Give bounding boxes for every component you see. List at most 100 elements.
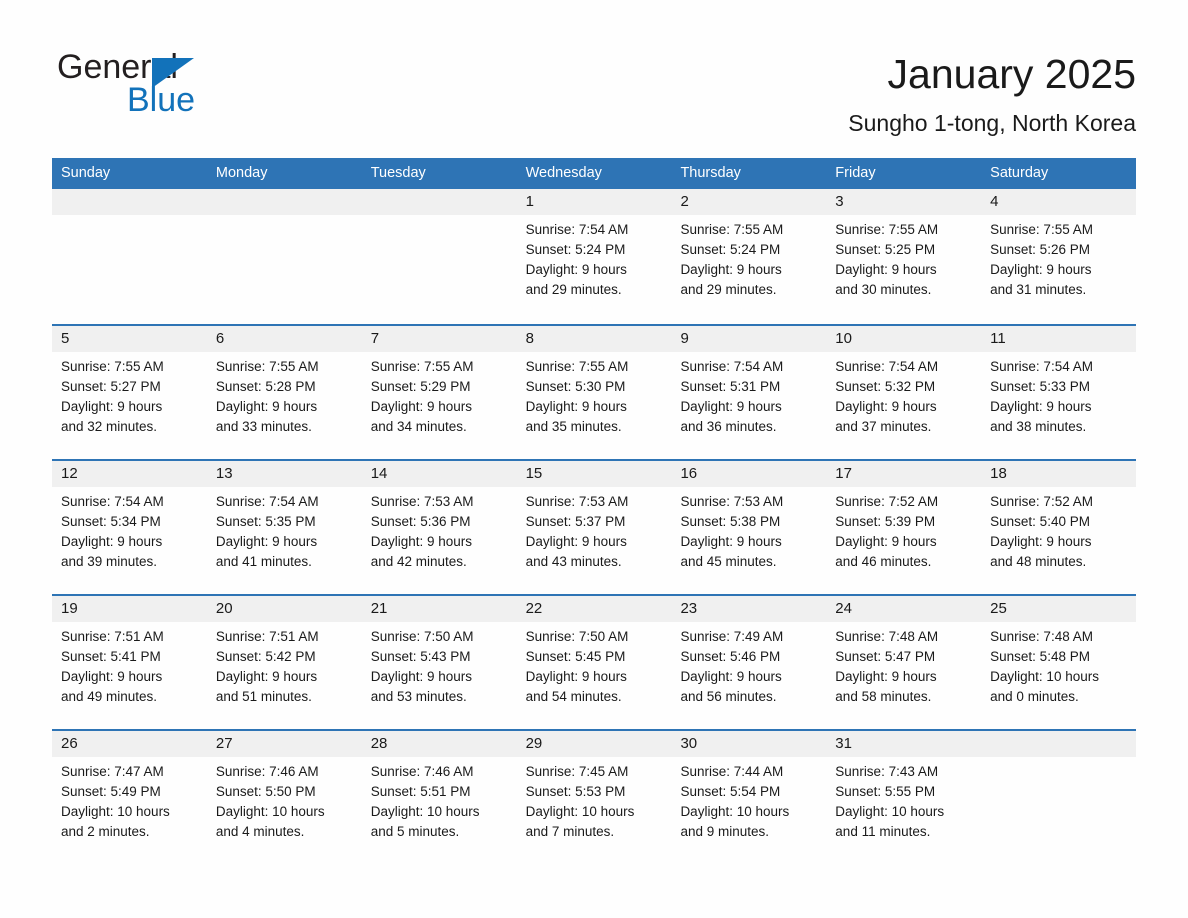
day-cell[interactable]: 6 Sunrise: 7:55 AM Sunset: 5:28 PM Dayli… [206,326,362,459]
day-cell[interactable]: 28 Sunrise: 7:46 AM Sunset: 5:51 PM Dayl… [361,731,517,864]
day-cell[interactable] [52,189,207,324]
daylight-text-line1: Daylight: 9 hours [835,534,937,549]
day-cell[interactable]: 16 Sunrise: 7:53 AM Sunset: 5:38 PM Dayl… [671,461,827,594]
daylight-text-line1: Daylight: 9 hours [990,262,1092,277]
sunrise-text: Sunrise: 7:53 AM [525,494,629,509]
day-number: 31 [835,735,852,752]
sunrise-text: Sunrise: 7:54 AM [990,359,1093,374]
daylight-text-line2: and 41 minutes. [215,554,312,569]
day-info [52,215,207,220]
day-number-band: 30 [671,731,827,757]
weekday-thursday: Thursday [680,165,741,181]
day-cell[interactable]: 4 Sunrise: 7:55 AM Sunset: 5:26 PM Dayli… [981,189,1137,324]
day-cell[interactable]: 15 Sunrise: 7:53 AM Sunset: 5:37 PM Dayl… [516,461,672,594]
daylight-text-line1: Daylight: 9 hours [61,669,163,684]
day-cell[interactable]: 21 Sunrise: 7:50 AM Sunset: 5:43 PM Dayl… [361,596,517,729]
day-cell[interactable]: 7 Sunrise: 7:55 AM Sunset: 5:29 PM Dayli… [361,326,517,459]
day-cell[interactable]: 30 Sunrise: 7:44 AM Sunset: 5:54 PM Dayl… [671,731,827,864]
daylight-text-line2: and 35 minutes. [525,419,622,434]
day-cell[interactable]: 17 Sunrise: 7:52 AM Sunset: 5:39 PM Dayl… [826,461,982,594]
sunset-text: Sunset: 5:33 PM [990,379,1090,394]
day-number: 23 [680,600,698,617]
day-cell[interactable]: 14 Sunrise: 7:53 AM Sunset: 5:36 PM Dayl… [361,461,517,594]
day-info: Sunrise: 7:51 AM Sunset: 5:41 PM Dayligh… [52,622,207,707]
day-cell[interactable] [206,189,362,324]
daylight-text-line1: Daylight: 9 hours [835,262,937,277]
daylight-text-line1: Daylight: 9 hours [61,399,163,414]
day-number: 22 [525,600,543,617]
weekday-friday: Friday [835,165,876,181]
day-number-band: 10 [826,326,982,352]
sunrise-text: Sunrise: 7:48 AM [990,629,1093,644]
day-cell[interactable] [361,189,517,324]
day-number: 29 [525,735,543,752]
day-cell[interactable]: 9 Sunrise: 7:54 AM Sunset: 5:31 PM Dayli… [671,326,827,459]
daylight-text-line1: Daylight: 10 hours [61,804,170,819]
day-cell[interactable]: 22 Sunrise: 7:50 AM Sunset: 5:45 PM Dayl… [516,596,672,729]
daylight-text-line1: Daylight: 10 hours [525,804,635,819]
day-info: Sunrise: 7:48 AM Sunset: 5:47 PM Dayligh… [826,622,981,707]
day-number-band: 24 [826,596,982,622]
day-cell[interactable]: 8 Sunrise: 7:55 AM Sunset: 5:30 PM Dayli… [516,326,672,459]
day-cell[interactable]: 10 Sunrise: 7:54 AM Sunset: 5:32 PM Dayl… [826,326,982,459]
day-cell[interactable]: 26 Sunrise: 7:47 AM Sunset: 5:49 PM Dayl… [52,731,207,864]
sunset-text: Sunset: 5:39 PM [835,514,936,529]
week-row: 19 Sunrise: 7:51 AM Sunset: 5:41 PM Dayl… [52,594,1137,729]
daylight-text-line2: and 38 minutes. [990,419,1087,434]
day-number: 14 [370,465,388,482]
day-cell[interactable]: 19 Sunrise: 7:51 AM Sunset: 5:41 PM Dayl… [52,596,207,729]
day-info: Sunrise: 7:49 AM Sunset: 5:46 PM Dayligh… [671,622,826,707]
daylight-text-line1: Daylight: 9 hours [525,262,627,277]
day-cell[interactable]: 25 Sunrise: 7:48 AM Sunset: 5:48 PM Dayl… [981,596,1137,729]
day-number: 24 [835,600,852,617]
sunset-text: Sunset: 5:25 PM [835,242,936,257]
week-row: 26 Sunrise: 7:47 AM Sunset: 5:49 PM Dayl… [52,729,1137,864]
day-number: 17 [835,465,852,482]
day-cell[interactable]: 31 Sunrise: 7:43 AM Sunset: 5:55 PM Dayl… [826,731,982,864]
sunrise-text: Sunrise: 7:51 AM [215,629,319,644]
day-cell[interactable]: 27 Sunrise: 7:46 AM Sunset: 5:50 PM Dayl… [206,731,362,864]
day-number: 6 [215,330,225,347]
day-number-band: 2 [671,189,827,215]
day-cell[interactable] [981,731,1137,864]
day-number: 13 [215,465,233,482]
day-info: Sunrise: 7:52 AM Sunset: 5:39 PM Dayligh… [826,487,981,572]
daylight-text-line1: Daylight: 9 hours [835,669,937,684]
daylight-text-line2: and 58 minutes. [835,689,932,704]
day-cell[interactable]: 18 Sunrise: 7:52 AM Sunset: 5:40 PM Dayl… [981,461,1137,594]
day-cell[interactable]: 23 Sunrise: 7:49 AM Sunset: 5:46 PM Dayl… [671,596,827,729]
daylight-text-line2: and 43 minutes. [525,554,622,569]
day-cell[interactable]: 1 Sunrise: 7:54 AM Sunset: 5:24 PM Dayli… [516,189,672,324]
day-info: Sunrise: 7:48 AM Sunset: 5:48 PM Dayligh… [981,622,1136,707]
generalblue-logo[interactable]: General Blue [57,48,297,128]
day-cell[interactable]: 12 Sunrise: 7:54 AM Sunset: 5:34 PM Dayl… [52,461,207,594]
day-cell[interactable]: 5 Sunrise: 7:55 AM Sunset: 5:27 PM Dayli… [52,326,207,459]
sunrise-text: Sunrise: 7:46 AM [215,764,319,779]
daylight-text-line1: Daylight: 10 hours [215,804,325,819]
sunrise-text: Sunrise: 7:54 AM [61,494,164,509]
sunrise-text: Sunrise: 7:55 AM [990,222,1093,237]
day-info: Sunrise: 7:44 AM Sunset: 5:54 PM Dayligh… [671,757,826,842]
page-subtitle: Sungho 1-tong, North Korea [848,110,1136,136]
day-cell[interactable]: 3 Sunrise: 7:55 AM Sunset: 5:25 PM Dayli… [826,189,982,324]
sunset-text: Sunset: 5:53 PM [525,784,626,799]
day-info: Sunrise: 7:53 AM Sunset: 5:37 PM Dayligh… [517,487,672,572]
day-number-band: 23 [671,596,827,622]
day-cell[interactable]: 20 Sunrise: 7:51 AM Sunset: 5:42 PM Dayl… [206,596,362,729]
day-number-band: 13 [206,461,362,487]
daylight-text-line2: and 0 minutes. [990,689,1079,704]
day-info: Sunrise: 7:46 AM Sunset: 5:50 PM Dayligh… [207,757,362,842]
day-cell[interactable]: 2 Sunrise: 7:55 AM Sunset: 5:24 PM Dayli… [671,189,827,324]
sunrise-text: Sunrise: 7:50 AM [525,629,629,644]
sunset-text: Sunset: 5:35 PM [215,514,316,529]
daylight-text-line1: Daylight: 9 hours [370,399,473,414]
day-cell[interactable]: 29 Sunrise: 7:45 AM Sunset: 5:53 PM Dayl… [516,731,672,864]
day-cell[interactable]: 24 Sunrise: 7:48 AM Sunset: 5:47 PM Dayl… [826,596,982,729]
day-cell[interactable]: 13 Sunrise: 7:54 AM Sunset: 5:35 PM Dayl… [206,461,362,594]
daylight-text-line1: Daylight: 9 hours [370,534,473,549]
day-cell[interactable]: 11 Sunrise: 7:54 AM Sunset: 5:33 PM Dayl… [981,326,1137,459]
sunset-text: Sunset: 5:51 PM [370,784,471,799]
sunset-text: Sunset: 5:24 PM [680,242,781,257]
calendar-grid: Sunday Monday Tuesday Wednesday Thursday… [52,158,1137,864]
day-number-band [206,189,362,215]
